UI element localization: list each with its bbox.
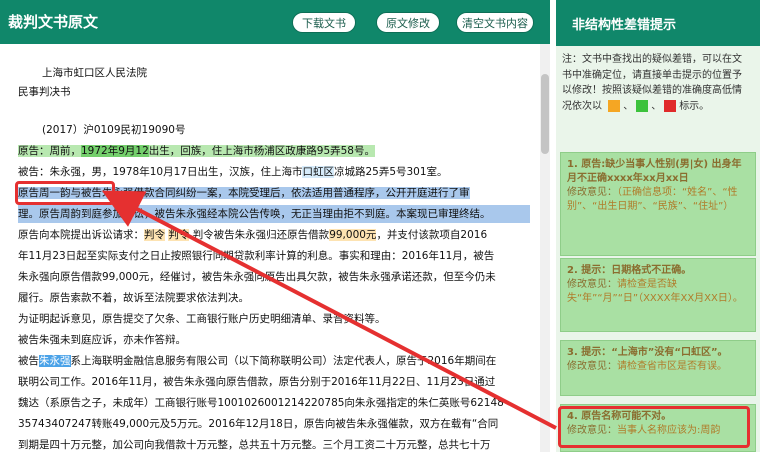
doc-line-12: 为证明起诉意见，原告提交了欠条、工商银行账户历史明细清单、录音资料等。 [18,313,386,325]
note-sep-2: 、 [651,100,662,112]
company-text: 系上海联明金融信息服务有限公司（以下简称联明公司）法定代表人，原告于2016年期… [70,355,497,367]
error-highlight-birthdate[interactable]: 1972年9月12 [81,145,149,157]
claims-text: 判令被告朱永强归还原告借款 [192,229,330,241]
hint-card-label: 修改意见： [567,361,617,372]
hint-card-3[interactable]: 3. 提示：“上海市”没有“口虹区”。 修改意见：请检查省市区是否有误。 [560,340,756,396]
document-scrollbar[interactable] [540,44,550,452]
selected-text[interactable]: 朱永强 [39,355,71,367]
doc-line-9: 年11月23日起至实际支付之日止按照银行同期贷款利率计算的利息。事实和理由：20… [18,250,495,262]
hint-card-title: 3. 提示：“上海市”没有“口虹区”。 [567,347,728,358]
doc-line-15: 联明公司工作。2016年11月，被告朱永强向原告借款，原告分别于2016年11月… [18,376,496,388]
hint-card-label: 修改意见： [567,279,617,290]
hint-card-title: 2. 提示：日期格式不正确。 [567,265,692,276]
hint-card-1[interactable]: 1. 原告:缺少当事人性别(男|女) 出身年月不正确xxxx年xx月xx日 修改… [560,152,756,256]
error-highlight-amount[interactable]: 99,000元 [329,229,377,241]
hint-card-tips: 请检查省市区是否有误。 [617,361,727,372]
case-number: (2017）沪0109民初19090号 [42,124,186,136]
note-end: 标示。 [679,100,710,112]
error-highlight-plaintiff[interactable]: 原告：周前， [18,145,81,157]
scrollbar-thumb[interactable] [541,74,549,154]
hints-header: 非结构性差错提示 [556,0,760,46]
document-editor: 裁判文书原文 下载文书 原文修改 清空文书内容 上海市虹口区人民法院 民事判决书… [0,0,550,452]
editor-header: 裁判文书原文 下载文书 原文修改 清空文书内容 [0,0,550,44]
defendant-text: 被告：朱永强，男，1978年10月17日出生，汉族，住上海市 [18,166,303,178]
claims-label: 原告向本院提出诉讼请求： [18,229,144,241]
download-document-button[interactable]: 下载文书 [292,12,356,33]
hint-card-title: 1. 原告:缺少当事人性别(男|女) 出身年月不正确xxxx年xx月xx日 [567,159,742,184]
orange-swatch-icon [608,99,621,112]
hint-card-2[interactable]: 2. 提示：日期格式不正确。 修改意见：请检查是否缺失“年”“月”“日”（XXX… [560,258,756,332]
hints-note: 注：文书中查找出的疑似差错，可以在文书中准确定位，请直接单击提示的位置予以修改！… [562,52,750,114]
doc-line-defendant: 被告：朱永强，男，1978年10月17日出生，汉族，住上海市口虹区凉城路25弄5… [18,163,448,181]
doc-line-11: 履行。原告索款不着，故诉至法院要求依法判决。 [18,292,249,304]
defendant-address-text: 凉城路25弄5号301室。 [333,166,448,178]
doc-line-claims: 原告向本院提出诉讼请求：判令 判令 判令被告朱永强归还原告借款99,000元，并… [18,226,487,244]
doc-line-18: 到期是四十万元整，加公司向我借款十万元整，总共五十万元整。三个月工资二十万元整，… [18,439,491,451]
note-sep-1: 、 [623,100,634,112]
edit-original-button[interactable]: 原文修改 [376,12,440,33]
claims-text-rest: ，并支付该款项自2016 [376,229,488,241]
error-highlight-repeat-2[interactable]: 判令 [168,229,190,241]
doc-line-13: 被告朱强未到庭应诉，亦未作答辩。 [18,334,186,346]
doc-line-16: 魏达（系原告之子，未成年）工商银行账号1001026001214220785向朱… [18,397,504,409]
clear-document-button[interactable]: 清空文书内容 [456,12,534,33]
error-highlight-trial-line[interactable]: 理。原告周韵到庭参加诉讼，被告朱永强经本院公告传唤，无正当理由拒不到庭。本案现已… [18,205,530,223]
doc-line-10: 朱永强向原告借款99,000元，经催讨，被告朱永强向原告出具欠款，被告朱永强承诺… [18,271,496,283]
document-body[interactable]: 上海市虹口区人民法院 民事判决书 (2017）沪0109民初19090号 原告：… [0,44,540,452]
hint-card-label: 修改意见： [567,187,617,198]
error-highlight-district[interactable]: 口虹区 [302,166,334,178]
doc-line-14: 被告朱永强系上海联明金融信息服务有限公司（以下简称联明公司）法定代表人，原告于2… [18,352,496,370]
doc-line-17: 35743407247转账49,000元及5万元。2016年12月18日，原告向… [18,418,499,430]
hints-title: 非结构性差错提示 [572,18,677,33]
error-hints-panel: 非结构性差错提示 注：文书中查找出的疑似差错，可以在文书中准确定位，请直接单击提… [556,0,760,452]
annotation-box-hint [558,406,750,448]
red-swatch-icon [664,99,677,112]
defendant-label: 被告 [18,355,39,367]
editor-title: 裁判文书原文 [8,13,99,31]
doc-line-plaintiff: 原告：周前，1972年9月12出生，回族，住上海市杨浦区政康路95弄58号。 [18,142,375,160]
error-highlight-repeat-1[interactable]: 判令 [144,229,165,241]
annotation-box-document [15,181,115,205]
error-highlight-plaintiff-rest[interactable]: 出生，回族，住上海市杨浦区政康路95弄58号。 [148,145,375,157]
court-name: 上海市虹口区人民法院 [42,67,147,79]
document-type: 民事判决书 [18,86,71,98]
green-swatch-icon [636,99,649,112]
